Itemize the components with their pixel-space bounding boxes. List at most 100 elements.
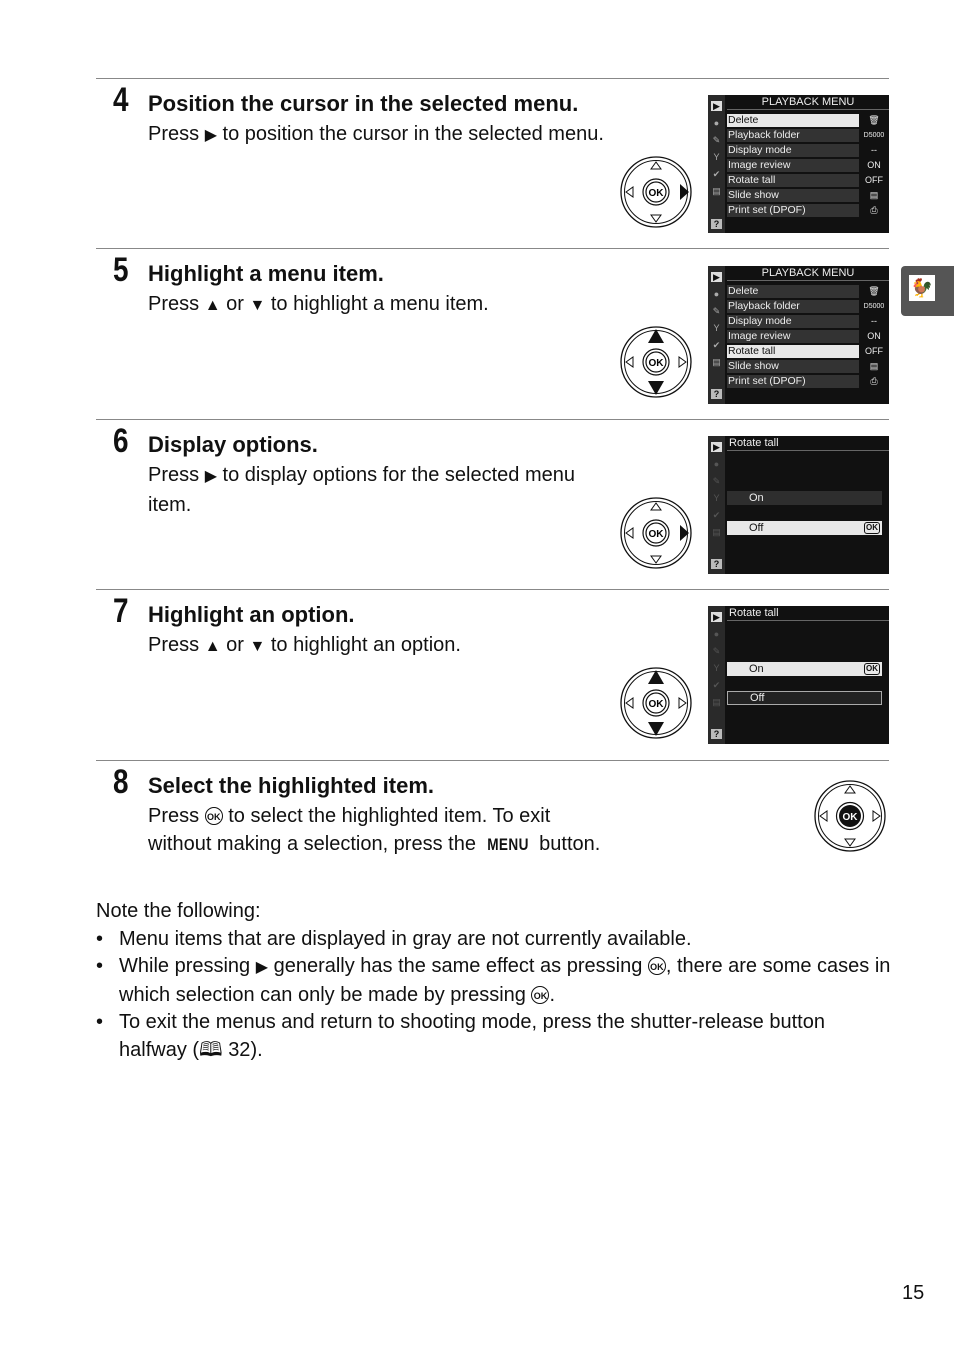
screen-sidebar: ▶ ● ✎ Y ✔ ▤ ? — [708, 606, 725, 744]
ok-badge: OK — [864, 522, 880, 534]
help-icon: ? — [711, 729, 722, 739]
svg-text:OK: OK — [843, 812, 859, 823]
page-reference-link[interactable]: 32 — [228, 1039, 250, 1061]
book-reference-icon: 🕮 — [199, 1038, 223, 1061]
retouch-tab-icon: ✔ — [712, 340, 721, 350]
option-on: On — [727, 491, 882, 505]
camera-screen-rotate-tall-options: ▶ ● ✎ Y ✔ ▤ ? Rotate tall On Off OK — [708, 436, 889, 574]
option-off: Off OK — [727, 521, 882, 535]
camera-screen-playback-menu: ▶ ● ✎ Y ✔ ▤ ? PLAYBACK MENU Delete 🗑 Pla… — [708, 266, 889, 404]
section-tab: 🐓 — [901, 266, 954, 316]
option-off: Off — [727, 691, 882, 705]
retouch-tab-icon: ✔ — [712, 680, 721, 690]
right-arrow-icon: ▶ — [204, 127, 217, 144]
playback-tab-icon: ▶ — [711, 442, 722, 452]
menu-item-playback-folder: Playback folder — [727, 300, 859, 313]
multi-selector-right-icon: OK — [620, 497, 692, 569]
menu-item-print-set: Print set (DPOF) — [727, 204, 859, 217]
menu-item-playback-folder: Playback folder — [727, 129, 859, 142]
note-item: To exit the menus and return to shooting… — [96, 1009, 896, 1064]
help-icon: ? — [711, 389, 722, 399]
playback-tab-icon: ▶ — [711, 272, 722, 282]
trash-icon: 🗑 — [868, 286, 880, 296]
step-title: Select the highlighted item. — [148, 773, 435, 798]
menu-item-image-review: Image review — [727, 159, 859, 172]
trash-icon: 🗑 — [868, 115, 880, 125]
menu-item-rotate-tall: Rotate tall — [727, 174, 859, 187]
print-icon: ⎙ — [870, 376, 878, 386]
setup-tab-icon: Y — [713, 493, 720, 503]
menu-item-rotate-tall: Rotate tall — [727, 345, 859, 358]
camera-screen-playback-menu: ▶ ● ✎ Y ✔ ▤ ? PLAYBACK MENU Delete 🗑 Pla… — [708, 95, 889, 233]
slide-show-icon: ▤ — [869, 190, 879, 200]
step-body: Press ▲ or ▼ to highlight an option. — [148, 634, 461, 656]
help-icon: ? — [711, 219, 722, 229]
svg-text:OK: OK — [649, 188, 665, 199]
svg-text:OK: OK — [649, 529, 665, 540]
step-title: Highlight an option. — [148, 602, 355, 627]
menu-item-delete: Delete — [727, 285, 859, 298]
step-title: Highlight a menu item. — [148, 261, 384, 286]
step-body: Press ▶ to position the cursor in the se… — [148, 123, 604, 145]
setup-tab-icon: Y — [713, 323, 720, 333]
up-arrow-icon: ▲ — [204, 638, 221, 655]
step-number: 4 — [113, 81, 129, 119]
option-on: On OK — [727, 662, 882, 676]
multi-selector-updown-icon: OK — [620, 667, 692, 739]
menu-value: D5000 — [863, 303, 885, 310]
step-title: Position the cursor in the selected menu… — [148, 91, 579, 116]
menu-value: OFF — [865, 346, 883, 356]
step-body: Press OK to select the highlighted item.… — [148, 802, 618, 859]
setup-tab-icon: Y — [713, 663, 720, 673]
recent-settings-tab-icon: ▤ — [712, 527, 721, 537]
menu-value: ON — [867, 331, 881, 341]
multi-selector-ok-icon: OK — [814, 780, 886, 852]
custom-settings-tab-icon: ✎ — [712, 646, 721, 656]
step-number: 6 — [113, 422, 129, 460]
multi-selector-updown-icon: OK — [620, 326, 692, 398]
screen-sidebar: ▶ ● ✎ Y ✔ ▤ ? — [708, 436, 725, 574]
notes-list: Menu items that are displayed in gray ar… — [96, 926, 896, 1065]
menu-item-display-mode: Display mode — [727, 144, 859, 157]
screen-sidebar: ▶ ● ✎ Y ✔ ▤ ? — [708, 266, 725, 404]
screen-header: Rotate tall — [727, 606, 889, 621]
screen-header: PLAYBACK MENU — [727, 266, 889, 281]
camera-screen-rotate-tall-options: ▶ ● ✎ Y ✔ ▤ ? Rotate tall On OK Off — [708, 606, 889, 744]
recent-settings-tab-icon: ▤ — [712, 186, 721, 196]
menu-value: OFF — [865, 175, 883, 185]
up-arrow-icon: ▲ — [204, 297, 221, 314]
menu-item-delete: Delete — [727, 114, 859, 127]
note-item: Menu items that are displayed in gray ar… — [96, 926, 896, 954]
step-number: 8 — [113, 763, 129, 801]
recent-settings-tab-icon: ▤ — [712, 697, 721, 707]
screen-sidebar: ▶ ● ✎ Y ✔ ▤ ? — [708, 95, 725, 233]
notes-intro: Note the following: — [96, 900, 261, 922]
menu-button-label: MENU — [486, 835, 529, 854]
help-icon: ? — [711, 559, 722, 569]
ok-badge: OK — [864, 663, 880, 675]
slide-show-icon: ▤ — [869, 361, 879, 371]
svg-text:OK: OK — [649, 358, 665, 369]
menu-value: D5000 — [863, 132, 885, 139]
step-number: 5 — [113, 251, 129, 289]
menu-value: ON — [867, 160, 881, 170]
menu-value: -- — [871, 316, 877, 326]
right-arrow-icon: ▶ — [255, 959, 269, 976]
multi-selector-right-icon: OK — [620, 156, 692, 228]
ok-button-icon: OK — [204, 807, 223, 825]
menu-value: -- — [871, 145, 877, 155]
recent-settings-tab-icon: ▤ — [712, 357, 721, 367]
custom-settings-tab-icon: ✎ — [712, 135, 721, 145]
step-body: Press ▲ or ▼ to highlight a menu item. — [148, 293, 489, 315]
shooting-tab-icon: ● — [713, 289, 720, 299]
down-arrow-icon: ▼ — [249, 297, 266, 314]
menu-item-display-mode: Display mode — [727, 315, 859, 328]
custom-settings-tab-icon: ✎ — [712, 476, 721, 486]
shooting-tab-icon: ● — [713, 118, 720, 128]
print-icon: ⎙ — [870, 205, 878, 215]
right-arrow-icon: ▶ — [204, 468, 217, 485]
page-number: 15 — [902, 1282, 925, 1304]
notes-section: Note the following: Menu items that are … — [96, 898, 896, 1064]
menu-item-slide-show: Slide show — [727, 189, 859, 202]
note-item: While pressing ▶ generally has the same … — [96, 953, 896, 1009]
